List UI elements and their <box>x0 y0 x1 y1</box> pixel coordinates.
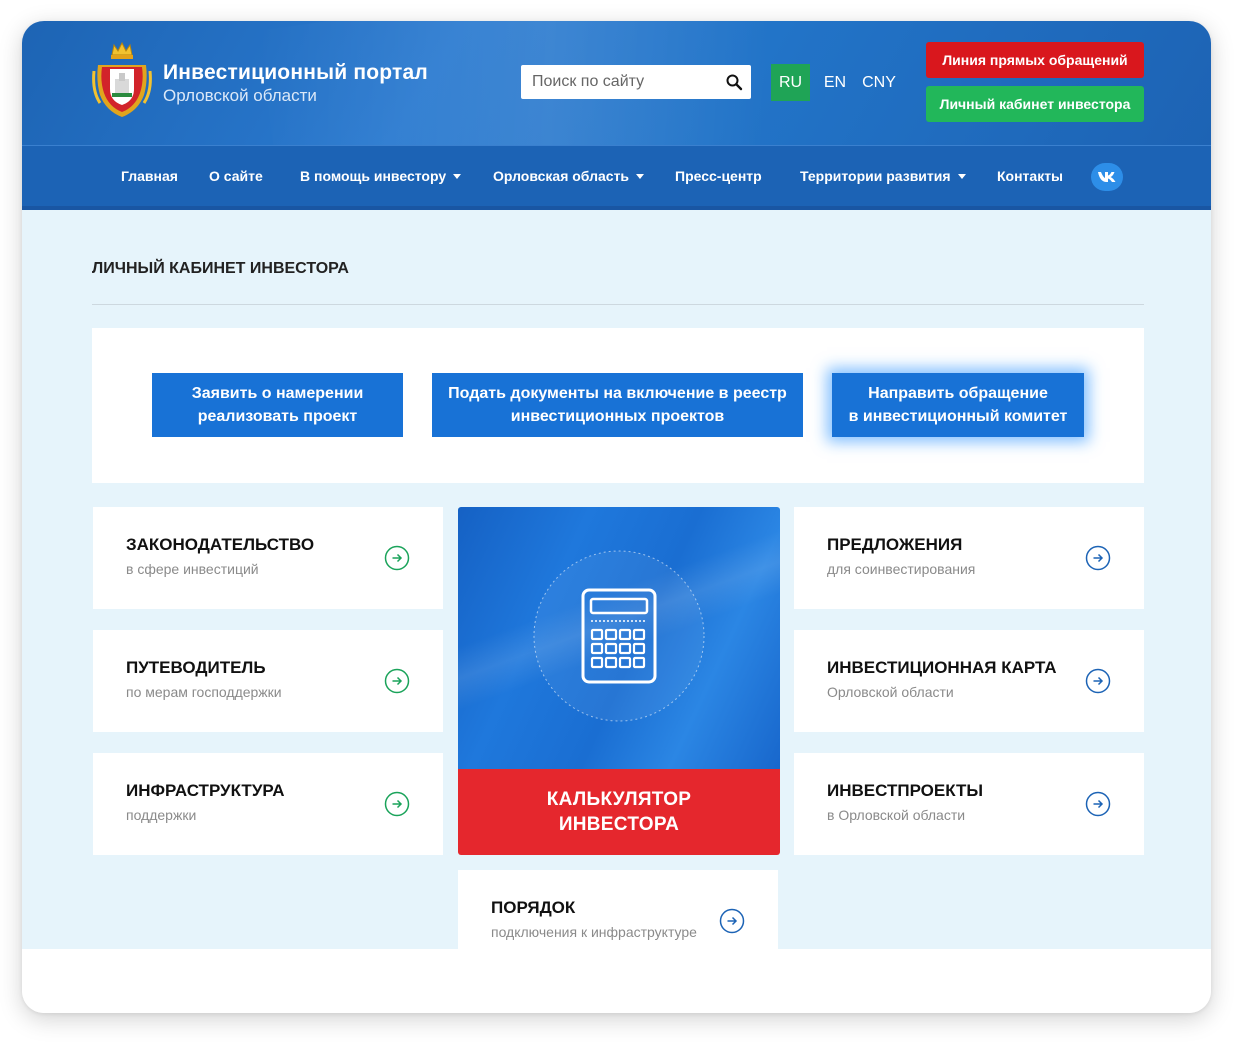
arrow-right-icon[interactable] <box>719 908 745 934</box>
site-header: Инвестиционный портал Орловской области … <box>22 21 1211 145</box>
calculator-label: КАЛЬКУЛЯТОР ИНВЕСТОРА <box>458 769 780 855</box>
appeal-committee-button[interactable]: Направить обращение в инвестиционный коми… <box>832 373 1084 437</box>
nav-item-about[interactable]: О сайте <box>209 146 263 207</box>
caret-down-icon <box>453 174 462 179</box>
arrow-right-icon[interactable] <box>384 545 410 571</box>
arrow-right-icon[interactable] <box>384 668 410 694</box>
card-subtitle: для соинвестирования <box>827 561 976 577</box>
card-guide[interactable]: ПУТЕВОДИТЕЛЬ по мерам господдержки <box>93 630 443 732</box>
main-nav: Главная О сайте В помощь инвестору Орлов… <box>22 145 1211 210</box>
caret-down-icon <box>957 174 966 179</box>
nav-item-investor-help[interactable]: В помощь инвестору <box>300 146 462 207</box>
lang-cny[interactable]: CNY <box>860 64 898 101</box>
nav-item-press[interactable]: Пресс-центр <box>675 146 762 207</box>
browser-frame: Инвестиционный портал Орловской области … <box>22 21 1211 1013</box>
card-connection-procedure[interactable]: ПОРЯДОК подключения к инфраструктуре <box>458 870 778 949</box>
nav-item-region[interactable]: Орловская область <box>493 146 645 207</box>
card-title: ПРЕДЛОЖЕНИЯ <box>827 535 963 554</box>
button-line: инвестиционных проектов <box>510 408 725 425</box>
button-line: Подать документы на включение в реестр <box>448 385 787 402</box>
calculator-icon <box>533 550 705 722</box>
portal-title[interactable]: Инвестиционный портал <box>163 61 428 85</box>
card-title: ПУТЕВОДИТЕЛЬ <box>126 658 266 677</box>
button-line: Заявить о намерении <box>191 385 364 402</box>
card-investprojects[interactable]: ИНВЕСТПРОЕКТЫ в Орловской области <box>794 753 1144 855</box>
declare-intent-button[interactable]: Заявить о намерении реализовать проект <box>152 373 403 437</box>
region-emblem-icon[interactable] <box>92 41 152 121</box>
button-line: в инвестиционный комитет <box>848 408 1068 425</box>
search-box <box>521 65 751 99</box>
card-title: ИНФРАСТРУКТУРА <box>126 781 285 800</box>
calculator-banner <box>458 507 780 769</box>
button-line: реализовать проект <box>197 408 358 425</box>
nav-label: В помощь инвестору <box>300 168 447 184</box>
nav-label: Территории развития <box>800 168 951 184</box>
arrow-right-icon[interactable] <box>384 791 410 817</box>
nav-label: О сайте <box>209 168 263 184</box>
page-bottom <box>22 949 1211 1013</box>
calculator-line: ИНВЕСТОРА <box>558 814 680 835</box>
action-panel: Заявить о намерении реализовать проект По… <box>92 328 1144 483</box>
nav-label: Пресс-центр <box>675 168 762 184</box>
search-icon[interactable] <box>725 73 743 91</box>
nav-label: Контакты <box>997 168 1064 184</box>
nav-label: Главная <box>121 168 178 184</box>
calculator-line: КАЛЬКУЛЯТОР <box>546 789 692 810</box>
card-title: ЗАКОНОДАТЕЛЬСТВО <box>126 535 315 554</box>
investor-calculator-tile[interactable]: КАЛЬКУЛЯТОР ИНВЕСТОРА <box>458 507 780 855</box>
card-subtitle: подключения к инфраструктуре <box>491 924 697 940</box>
card-subtitle: в Орловской области <box>827 807 966 823</box>
nav-item-home[interactable]: Главная <box>121 146 178 207</box>
vk-icon <box>1098 172 1116 182</box>
arrow-right-icon[interactable] <box>1085 791 1111 817</box>
nav-item-territories[interactable]: Территории развития <box>800 146 966 207</box>
card-title: ПОРЯДОК <box>491 898 576 917</box>
card-infrastructure[interactable]: ИНФРАСТРУКТУРА поддержки <box>93 753 443 855</box>
caret-down-icon <box>636 174 645 179</box>
page-title: ЛИЧНЫЙ КАБИНЕТ ИНВЕСТОРА <box>92 260 349 277</box>
vk-social-button[interactable] <box>1091 163 1123 191</box>
card-subtitle: поддержки <box>126 807 197 823</box>
arrow-right-icon[interactable] <box>1085 668 1111 694</box>
card-subtitle: в сфере инвестиций <box>126 561 259 577</box>
investor-cabinet-button[interactable]: Личный кабинет инвестора <box>926 86 1144 122</box>
main-content: ЛИЧНЫЙ КАБИНЕТ ИНВЕСТОРА Заявить о намер… <box>22 210 1211 949</box>
nav-label: Орловская область <box>493 168 630 184</box>
arrow-right-icon[interactable] <box>1085 545 1111 571</box>
card-proposals[interactable]: ПРЕДЛОЖЕНИЯ для соинвестирования <box>794 507 1144 609</box>
submit-documents-button[interactable]: Подать документы на включение в реестр ин… <box>432 373 803 437</box>
nav-item-contacts[interactable]: Контакты <box>997 146 1063 207</box>
lang-ru[interactable]: RU <box>771 64 810 101</box>
card-title: ИНВЕСТПРОЕКТЫ <box>827 781 984 800</box>
card-subtitle: по мерам господдержки <box>126 684 282 700</box>
card-title: ИНВЕСТИЦИОННАЯ КАРТА <box>827 658 1057 677</box>
divider <box>92 304 1144 305</box>
lang-en[interactable]: EN <box>819 64 851 101</box>
search-input[interactable] <box>521 65 711 99</box>
card-legislation[interactable]: ЗАКОНОДАТЕЛЬСТВО в сфере инвестиций <box>93 507 443 609</box>
hotline-button[interactable]: Линия прямых обращений <box>926 42 1144 78</box>
card-subtitle: Орловской области <box>827 684 954 700</box>
button-line: Направить обращение <box>868 385 1048 402</box>
portal-subtitle: Орловской области <box>163 86 317 105</box>
card-investment-map[interactable]: ИНВЕСТИЦИОННАЯ КАРТА Орловской области <box>794 630 1144 732</box>
